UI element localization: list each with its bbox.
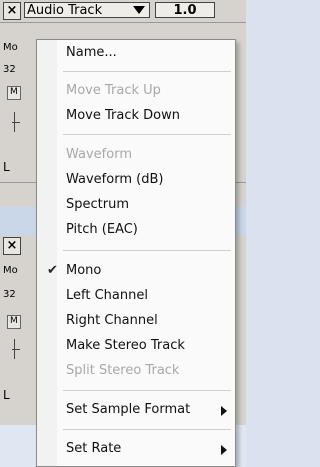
menu-item-left-channel[interactable]: Left Channel	[37, 285, 235, 308]
menu-item-mono[interactable]: ✔ Mono	[37, 260, 235, 283]
menu-item-pitch-label: Pitch (EAC)	[66, 222, 138, 237]
menu-item-waveform-label: Waveform	[66, 147, 132, 162]
menu-item-waveform: Waveform	[37, 144, 235, 167]
menu-item-move-down[interactable]: Move Track Down	[37, 105, 235, 128]
menu-item-pitch[interactable]: Pitch (EAC)	[37, 219, 235, 242]
menu-separator	[63, 390, 231, 391]
gain-value[interactable]: 1.0	[155, 2, 215, 18]
track-info-channel: Mo	[3, 42, 18, 53]
menu-item-split-stereo: Split Stereo Track	[37, 360, 235, 383]
menu-item-left-channel-label: Left Channel	[66, 288, 148, 303]
menu-item-set-sample-format[interactable]: Set Sample Format	[37, 399, 235, 422]
menu-item-waveform-db-label: Waveform (dB)	[66, 172, 164, 187]
menu-item-set-sample-format-label: Set Sample Format	[66, 402, 191, 417]
track-titlebar: × Audio Track 1.0	[0, 0, 246, 23]
track-name-label: Audio Track	[27, 3, 103, 18]
dropdown-arrow-icon	[133, 6, 145, 14]
track-info-channel-2: Mo	[3, 265, 18, 276]
pan-slider-label: L	[3, 160, 10, 174]
gain-slider-thumb[interactable]	[12, 122, 20, 123]
menu-item-make-stereo-label: Make Stereo Track	[66, 338, 185, 353]
mute-button[interactable]: M	[7, 86, 21, 100]
track-info-rate-2: 32	[3, 289, 16, 300]
track-info-rate: 32	[3, 64, 16, 75]
menu-item-move-down-label: Move Track Down	[66, 108, 180, 123]
submenu-arrow-icon	[221, 406, 227, 416]
menu-item-set-rate-label: Set Rate	[66, 441, 122, 456]
close-track-button-2[interactable]: ×	[3, 237, 21, 255]
menu-item-make-stereo[interactable]: Make Stereo Track	[37, 335, 235, 358]
menu-item-name-label: Name...	[66, 45, 117, 60]
mute-button-2[interactable]: M	[7, 315, 21, 329]
menu-item-right-channel-label: Right Channel	[66, 313, 158, 328]
pan-slider-label-2: L	[3, 388, 10, 402]
menu-item-move-up: Move Track Up	[37, 80, 235, 103]
mute-button-label-2: M	[10, 316, 18, 326]
close-track-button[interactable]: ×	[3, 2, 21, 20]
track-name-dropdown[interactable]: Audio Track	[24, 2, 150, 18]
menu-item-name[interactable]: Name...	[37, 42, 235, 65]
track-context-menu: Name... Move Track Up Move Track Down Wa…	[36, 39, 236, 467]
menu-item-waveform-db[interactable]: Waveform (dB)	[37, 169, 235, 192]
menu-item-right-channel[interactable]: Right Channel	[37, 310, 235, 333]
gain-slider-thumb-2[interactable]	[12, 349, 20, 350]
menu-separator	[63, 250, 231, 251]
menu-item-split-stereo-label: Split Stereo Track	[66, 363, 180, 378]
menu-item-spectrum[interactable]: Spectrum	[37, 194, 235, 217]
menu-item-mono-label: Mono	[66, 263, 102, 278]
mute-button-label: M	[10, 87, 18, 97]
menu-separator	[63, 71, 231, 72]
menu-item-spectrum-label: Spectrum	[66, 197, 129, 212]
submenu-arrow-icon	[221, 445, 227, 455]
menu-item-move-up-label: Move Track Up	[66, 83, 161, 98]
menu-separator	[63, 134, 231, 135]
menu-item-set-rate[interactable]: Set Rate	[37, 438, 235, 461]
menu-separator	[63, 429, 231, 430]
checkmark-icon: ✔	[47, 263, 58, 278]
